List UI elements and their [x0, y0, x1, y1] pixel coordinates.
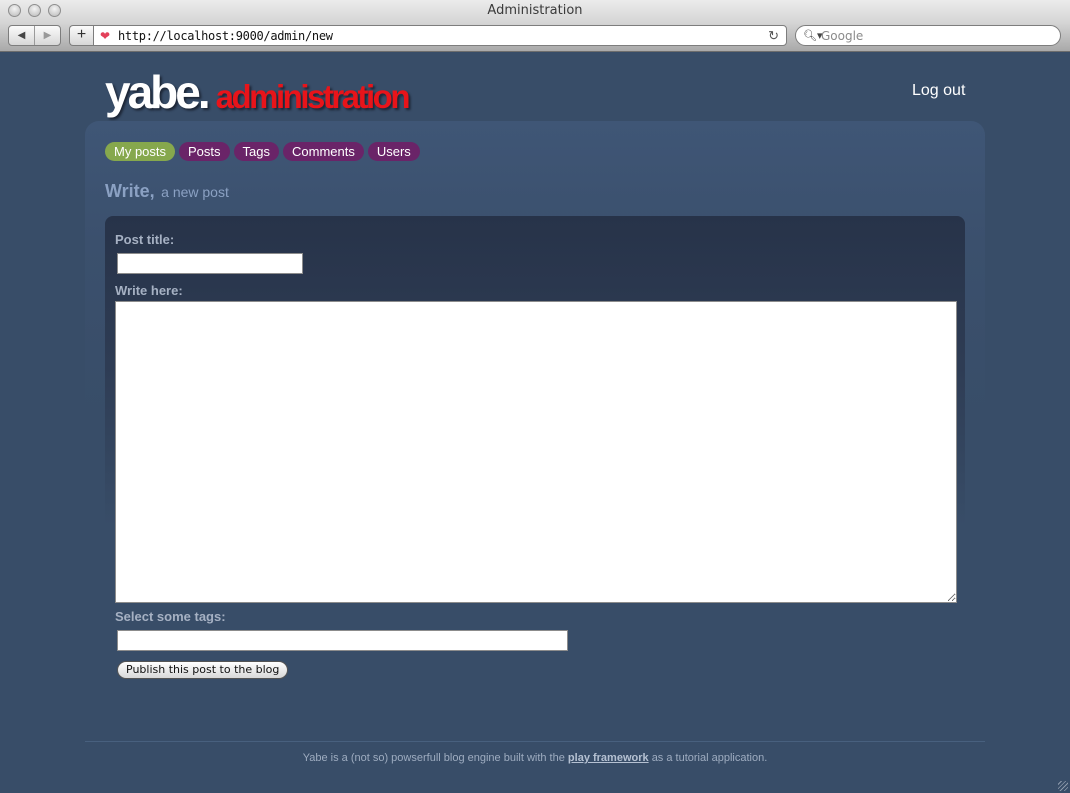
search-icon[interactable]: 🔍︎▾ — [803, 26, 823, 46]
tab-users[interactable]: Users — [367, 142, 420, 161]
add-bookmark-icon[interactable]: + — [69, 25, 93, 46]
address-bar[interactable]: ❤ http://localhost:9000/admin/new ↻ — [93, 25, 787, 46]
navigation-buttons: ◀ ▶ — [8, 25, 61, 46]
forward-icon[interactable]: ▶ — [34, 26, 60, 45]
window-titlebar: Administration — [0, 0, 1070, 22]
page-title: Write, a new post — [105, 181, 229, 202]
tab-posts[interactable]: Posts — [179, 142, 230, 161]
content-label: Write here: — [115, 283, 183, 298]
resize-grip-icon[interactable] — [1058, 781, 1068, 791]
zoom-window-button[interactable] — [48, 4, 61, 17]
content-textarea[interactable] — [115, 301, 957, 603]
play-framework-link[interactable]: play framework — [568, 752, 649, 764]
reload-icon[interactable]: ↻ — [768, 26, 779, 46]
url-text[interactable]: http://localhost:9000/admin/new — [118, 26, 333, 46]
browser-toolbar: ◀ ▶ + ❤ http://localhost:9000/admin/new … — [0, 22, 1070, 52]
minimize-window-button[interactable] — [28, 4, 41, 17]
post-title-input[interactable] — [117, 253, 303, 274]
page-title-strong: Write, — [105, 181, 155, 201]
footer: Yabe is a (not so) powserfull blog engin… — [0, 752, 1070, 764]
tab-comments[interactable]: Comments — [283, 142, 364, 161]
admin-tabs: My posts Posts Tags Comments Users — [105, 142, 424, 161]
site-logo[interactable]: yabe. administration — [105, 65, 411, 119]
tags-label: Select some tags: — [115, 609, 226, 624]
footer-text-after: as a tutorial application. — [651, 752, 768, 764]
page-title-sub: a new post — [161, 184, 229, 200]
search-field[interactable]: 🔍︎▾ — [795, 25, 1061, 46]
tab-my-posts[interactable]: My posts — [105, 142, 176, 161]
logout-link[interactable]: Log out — [912, 82, 965, 100]
post-title-label: Post title: — [115, 232, 175, 247]
close-window-button[interactable] — [8, 4, 21, 17]
logo-main-text: yabe. — [105, 66, 211, 118]
back-icon[interactable]: ◀ — [9, 26, 34, 45]
publish-button[interactable]: Publish this post to the blog — [117, 661, 289, 679]
window-title: Administration — [487, 3, 583, 18]
search-input[interactable] — [821, 27, 1051, 44]
tab-tags[interactable]: Tags — [233, 142, 279, 161]
footer-divider — [85, 741, 985, 742]
logo-sub-text: administration — [215, 78, 411, 115]
favicon-heart-icon: ❤ — [100, 29, 111, 43]
tags-input[interactable] — [117, 630, 568, 651]
footer-text-before: Yabe is a (not so) powserfull blog engin… — [302, 752, 565, 764]
